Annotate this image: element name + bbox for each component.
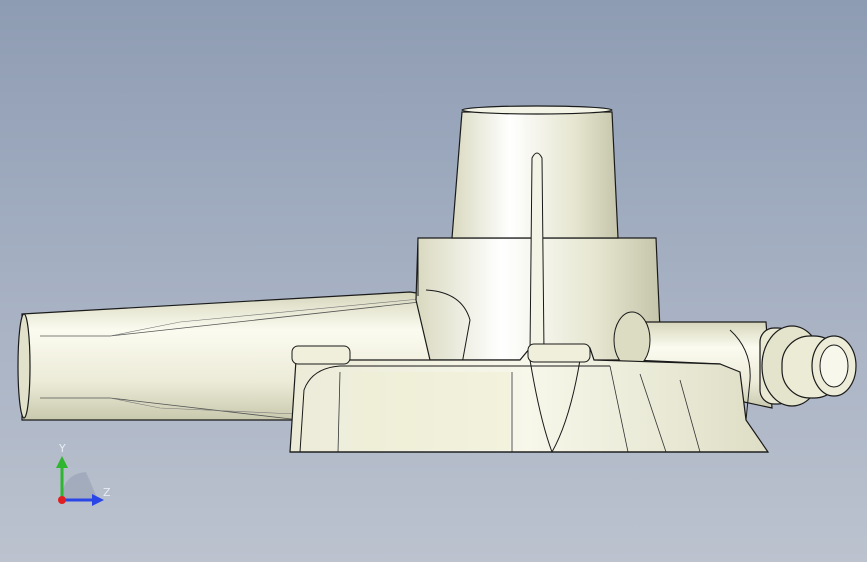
graphics-viewport[interactable]: Y Z [0,0,867,562]
axis-z-label: Z [103,486,111,499]
axis-y-label: Y [59,442,66,455]
x-axis-point [58,496,66,504]
vertical-rib [529,152,545,353]
pump-housing-model[interactable] [0,0,867,562]
coordinate-triad [56,456,104,506]
